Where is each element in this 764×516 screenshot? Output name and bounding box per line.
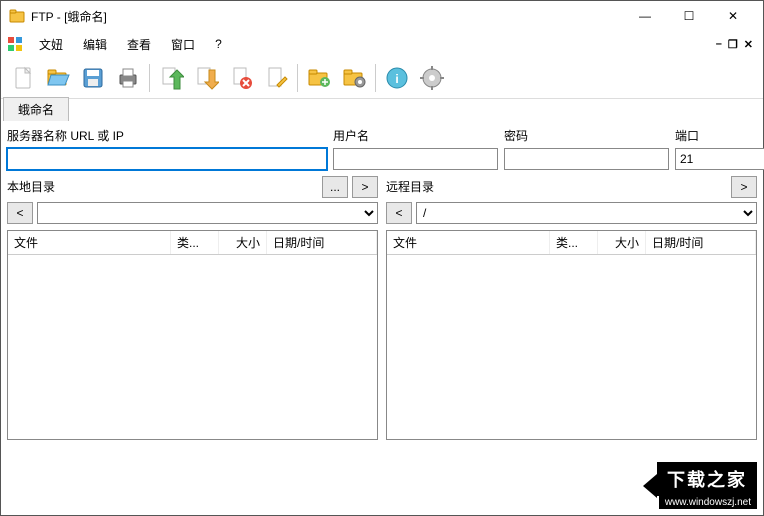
- col-file[interactable]: 文件: [8, 231, 171, 254]
- col-date[interactable]: 日期/时间: [267, 231, 377, 254]
- file-lists-row: 文件 类... 大小 日期/时间 文件 类... 大小 日期/时间: [7, 230, 757, 440]
- port-label: 端口: [675, 127, 764, 144]
- title-bar: FTP - [蛾命名] — ☐ ✕: [1, 1, 763, 31]
- pass-label: 密码: [504, 127, 669, 144]
- toolbar: i: [1, 57, 763, 99]
- local-back-button[interactable]: <: [7, 202, 33, 224]
- server-input[interactable]: [7, 148, 327, 170]
- settings-icon[interactable]: [416, 62, 448, 94]
- upload-icon[interactable]: [155, 62, 187, 94]
- pass-input[interactable]: [504, 148, 669, 170]
- remote-dir-section: 远程目录 > < /: [386, 176, 757, 224]
- col-type[interactable]: 类...: [550, 231, 598, 254]
- menu-help[interactable]: ?: [205, 34, 232, 54]
- watermark-url: www.windowszj.net: [659, 496, 757, 509]
- port-input[interactable]: [675, 148, 764, 170]
- print-icon[interactable]: [112, 62, 144, 94]
- tab-session[interactable]: 蛾命名: [3, 97, 69, 121]
- mdi-minimize-button[interactable]: –: [716, 38, 722, 51]
- local-dir-label: 本地目录: [7, 178, 318, 195]
- user-input[interactable]: [333, 148, 498, 170]
- connection-row: 服务器名称 URL 或 IP 用户名 密码 端口 ... > X: [7, 127, 757, 170]
- remote-dir-label: 远程目录: [386, 178, 727, 195]
- menu-app-icon: [7, 36, 23, 52]
- mdi-controls: – ❐ ✕: [716, 38, 759, 51]
- local-go-button[interactable]: >: [352, 176, 378, 198]
- local-file-list[interactable]: 文件 类... 大小 日期/时间: [7, 230, 378, 440]
- menu-bar: 文妞 编辑 查看 窗口 ? – ❐ ✕: [1, 31, 763, 57]
- directory-row: 本地目录 ... > < 远程目录 > < /: [7, 176, 757, 224]
- local-path-combo[interactable]: [37, 202, 378, 224]
- menu-window[interactable]: 窗口: [161, 33, 205, 56]
- mdi-restore-button[interactable]: ❐: [728, 38, 738, 51]
- remote-list-header: 文件 类... 大小 日期/时间: [387, 231, 756, 255]
- maximize-button[interactable]: ☐: [667, 2, 711, 30]
- delete-icon[interactable]: [225, 62, 257, 94]
- watermark: 下载之家 www.windowszj.net: [643, 462, 757, 509]
- col-size[interactable]: 大小: [598, 231, 646, 254]
- user-label: 用户名: [333, 127, 498, 144]
- col-type[interactable]: 类...: [171, 231, 219, 254]
- edit-document-icon[interactable]: [260, 62, 292, 94]
- menu-edit[interactable]: 编辑: [73, 33, 117, 56]
- remote-file-list[interactable]: 文件 类... 大小 日期/时间: [386, 230, 757, 440]
- col-size[interactable]: 大小: [219, 231, 267, 254]
- svg-text:i: i: [395, 72, 398, 86]
- remote-back-button[interactable]: <: [386, 202, 412, 224]
- col-file[interactable]: 文件: [387, 231, 550, 254]
- local-list-header: 文件 类... 大小 日期/时间: [8, 231, 377, 255]
- info-icon[interactable]: i: [381, 62, 413, 94]
- client-area: 服务器名称 URL 或 IP 用户名 密码 端口 ... > X 本地目录 ..…: [1, 121, 763, 446]
- app-icon: [9, 8, 25, 24]
- open-folder-icon[interactable]: [42, 62, 74, 94]
- folder-settings-icon[interactable]: [338, 62, 370, 94]
- new-folder-icon[interactable]: [303, 62, 335, 94]
- col-date[interactable]: 日期/时间: [646, 231, 756, 254]
- new-document-icon[interactable]: [7, 62, 39, 94]
- menu-file[interactable]: 文妞: [29, 33, 73, 56]
- watermark-arrow-icon: [643, 474, 657, 498]
- remote-path-combo[interactable]: /: [416, 202, 757, 224]
- local-browse-button[interactable]: ...: [322, 176, 348, 198]
- mdi-close-button[interactable]: ✕: [744, 38, 753, 51]
- local-dir-section: 本地目录 ... > <: [7, 176, 378, 224]
- server-label: 服务器名称 URL 或 IP: [7, 127, 327, 144]
- window-title: FTP - [蛾命名]: [31, 8, 623, 25]
- tab-bar: 蛾命名: [1, 99, 763, 121]
- close-button[interactable]: ✕: [711, 2, 755, 30]
- watermark-text: 下载之家: [657, 462, 757, 496]
- minimize-button[interactable]: —: [623, 2, 667, 30]
- menu-view[interactable]: 查看: [117, 33, 161, 56]
- remote-go-button[interactable]: >: [731, 176, 757, 198]
- download-icon[interactable]: [190, 62, 222, 94]
- save-icon[interactable]: [77, 62, 109, 94]
- window-controls: — ☐ ✕: [623, 2, 755, 30]
